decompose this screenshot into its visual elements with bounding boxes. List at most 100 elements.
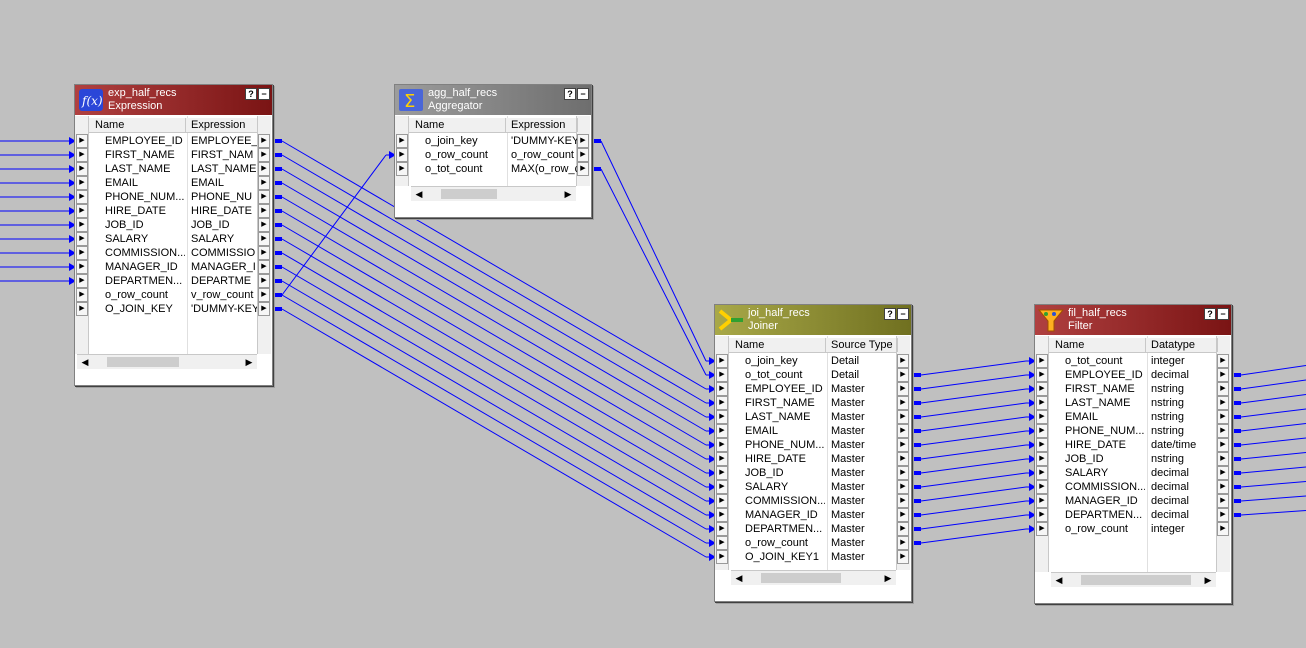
- output-port[interactable]: ▶: [897, 508, 909, 522]
- port-row[interactable]: HIRE_DATE HIRE_DATE ▶ ▶: [75, 204, 272, 218]
- port-row[interactable]: COMMISSION... COMMISSIO ▶ ▶: [75, 246, 272, 260]
- port-row[interactable]: o_join_key 'DUMMY-KEY ▶ ▶: [395, 134, 591, 148]
- port-row[interactable]: FIRST_NAME nstring ▶ ▶: [1035, 382, 1231, 396]
- scroll-right-icon[interactable]: ▶: [562, 187, 574, 201]
- transformation-expression[interactable]: f(x) exp_half_recs Expression ? − Name Ex…: [74, 84, 273, 386]
- input-port[interactable]: ▶: [716, 550, 728, 564]
- port-row[interactable]: PHONE_NUM... PHONE_NU ▶ ▶: [75, 190, 272, 204]
- port-row[interactable]: LAST_NAME Master ▶ ▶: [715, 410, 911, 424]
- link-line[interactable]: [281, 294, 707, 544]
- scroll-left-icon[interactable]: ◀: [1053, 573, 1065, 587]
- input-port[interactable]: ▶: [76, 274, 88, 288]
- output-port[interactable]: ▶: [897, 354, 909, 368]
- port-row[interactable]: SALARY SALARY ▶ ▶: [75, 232, 272, 246]
- input-port[interactable]: ▶: [1036, 368, 1048, 382]
- scroll-left-icon[interactable]: ◀: [413, 187, 425, 201]
- column-header-name[interactable]: Name: [1055, 338, 1146, 352]
- outgoing-link-line[interactable]: [1240, 408, 1306, 418]
- scroll-left-icon[interactable]: ◀: [79, 355, 91, 369]
- port-row[interactable]: SALARY Master ▶ ▶: [715, 480, 911, 494]
- port-row[interactable]: DEPARTMEN... Master ▶ ▶: [715, 522, 911, 536]
- transformation-joiner[interactable]: joi_half_recs Joiner ? − Name Source Type…: [714, 304, 912, 602]
- input-port[interactable]: ▶: [76, 176, 88, 190]
- input-port[interactable]: ▶: [76, 162, 88, 176]
- link-line[interactable]: [920, 500, 1027, 516]
- input-port[interactable]: ▶: [76, 246, 88, 260]
- column-header-name[interactable]: Name: [415, 118, 506, 132]
- port-row[interactable]: JOB_ID Master ▶ ▶: [715, 466, 911, 480]
- help-button[interactable]: ?: [884, 308, 896, 320]
- output-port[interactable]: ▶: [1217, 438, 1229, 452]
- port-row[interactable]: COMMISSION... decimal ▶ ▶: [1035, 480, 1231, 494]
- link-line[interactable]: [920, 388, 1027, 404]
- input-port[interactable]: ▶: [716, 466, 728, 480]
- minimize-button[interactable]: −: [1217, 308, 1229, 320]
- link-line[interactable]: [920, 402, 1027, 418]
- port-row[interactable]: EMPLOYEE_ID EMPLOYEE_ ▶ ▶: [75, 134, 272, 148]
- output-port[interactable]: ▶: [258, 162, 270, 176]
- input-port[interactable]: ▶: [76, 232, 88, 246]
- link-line[interactable]: [281, 210, 707, 460]
- port-row[interactable]: EMAIL nstring ▶ ▶: [1035, 410, 1231, 424]
- port-row[interactable]: JOB_ID nstring ▶ ▶: [1035, 452, 1231, 466]
- output-port[interactable]: ▶: [258, 246, 270, 260]
- help-button[interactable]: ?: [1204, 308, 1216, 320]
- port-row[interactable]: DEPARTMEN... decimal ▶ ▶: [1035, 508, 1231, 522]
- link-line[interactable]: [600, 140, 707, 362]
- outgoing-link-line[interactable]: [1240, 466, 1306, 474]
- port-row[interactable]: MANAGER_ID decimal ▶ ▶: [1035, 494, 1231, 508]
- output-port[interactable]: ▶: [897, 550, 909, 564]
- input-port[interactable]: ▶: [1036, 452, 1048, 466]
- port-row[interactable]: EMPLOYEE_ID Master ▶ ▶: [715, 382, 911, 396]
- column-header-value[interactable]: Source Type: [831, 338, 898, 352]
- horizontal-scrollbar[interactable]: ◀ ▶: [77, 354, 257, 369]
- outgoing-link-line[interactable]: [1240, 495, 1306, 502]
- input-port[interactable]: ▶: [716, 382, 728, 396]
- output-port[interactable]: ▶: [577, 134, 589, 148]
- input-port[interactable]: ▶: [716, 410, 728, 424]
- port-row[interactable]: PHONE_NUM... nstring ▶ ▶: [1035, 424, 1231, 438]
- output-port[interactable]: ▶: [1217, 410, 1229, 424]
- output-port[interactable]: ▶: [897, 424, 909, 438]
- scroll-thumb[interactable]: [107, 357, 179, 367]
- port-row[interactable]: o_tot_count integer ▶ ▶: [1035, 354, 1231, 368]
- output-port[interactable]: ▶: [897, 396, 909, 410]
- output-port[interactable]: ▶: [897, 410, 909, 424]
- input-port[interactable]: ▶: [716, 480, 728, 494]
- link-line[interactable]: [281, 238, 707, 488]
- column-header-value[interactable]: Datatype: [1151, 338, 1218, 352]
- input-port[interactable]: ▶: [716, 494, 728, 508]
- horizontal-scrollbar[interactable]: ◀ ▶: [1051, 572, 1216, 587]
- outgoing-link-line[interactable]: [1240, 452, 1306, 460]
- link-line[interactable]: [920, 416, 1027, 432]
- output-port[interactable]: ▶: [258, 190, 270, 204]
- port-row[interactable]: EMPLOYEE_ID decimal ▶ ▶: [1035, 368, 1231, 382]
- input-port[interactable]: ▶: [396, 148, 408, 162]
- output-port[interactable]: ▶: [258, 232, 270, 246]
- output-port[interactable]: ▶: [897, 494, 909, 508]
- input-port[interactable]: ▶: [1036, 396, 1048, 410]
- input-port[interactable]: ▶: [716, 536, 728, 550]
- input-port[interactable]: ▶: [76, 260, 88, 274]
- title-bar[interactable]: joi_half_recs Joiner ? −: [715, 305, 911, 335]
- port-row[interactable]: DEPARTMEN... DEPARTME ▶ ▶: [75, 274, 272, 288]
- port-row[interactable]: PHONE_NUM... Master ▶ ▶: [715, 438, 911, 452]
- link-line[interactable]: [281, 224, 707, 474]
- port-row[interactable]: LAST_NAME LAST_NAME ▶ ▶: [75, 162, 272, 176]
- outgoing-link-line[interactable]: [1240, 423, 1306, 432]
- port-row[interactable]: JOB_ID JOB_ID ▶ ▶: [75, 218, 272, 232]
- link-line[interactable]: [281, 154, 387, 296]
- column-header-value[interactable]: Expression: [191, 118, 258, 132]
- output-port[interactable]: ▶: [1217, 382, 1229, 396]
- output-port[interactable]: ▶: [258, 134, 270, 148]
- output-port[interactable]: ▶: [1217, 424, 1229, 438]
- output-port[interactable]: ▶: [258, 148, 270, 162]
- output-port[interactable]: ▶: [577, 162, 589, 176]
- input-port[interactable]: ▶: [716, 522, 728, 536]
- output-port[interactable]: ▶: [897, 522, 909, 536]
- output-port[interactable]: ▶: [897, 452, 909, 466]
- output-port[interactable]: ▶: [258, 204, 270, 218]
- link-line[interactable]: [920, 514, 1027, 530]
- scroll-thumb[interactable]: [441, 189, 497, 199]
- port-row[interactable]: FIRST_NAME Master ▶ ▶: [715, 396, 911, 410]
